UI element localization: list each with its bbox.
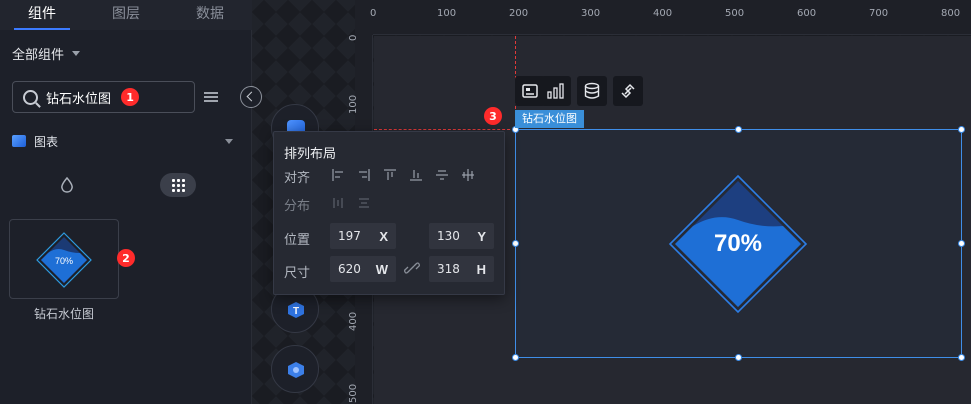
panel-tabs: 组件 图层 数据 <box>0 0 252 30</box>
resize-handle-top-right[interactable] <box>958 126 965 133</box>
chart-category-icon <box>12 135 26 147</box>
ruler-y-tick: 0 <box>348 34 359 41</box>
component-card-diamond-gauge[interactable]: 70% <box>9 219 119 299</box>
component-name-tag: 钻石水位图 <box>515 110 584 128</box>
size-width-field[interactable]: 620 W <box>330 256 396 282</box>
search-input-value: 钻石水位图 <box>46 91 112 107</box>
size-width-value: 620 <box>338 262 361 276</box>
size-height-value: 318 <box>437 262 460 276</box>
diamond-gauge-thumbnail: 70% <box>36 232 92 288</box>
category-charts[interactable]: 图表 <box>12 131 237 151</box>
position-y-value: 130 <box>437 229 460 243</box>
size-height-field[interactable]: 318 H <box>429 256 494 282</box>
tab-components[interactable]: 组件 <box>0 0 84 30</box>
align-right-icon[interactable] <box>357 168 371 182</box>
lock-ratio-link-icon[interactable] <box>404 260 420 276</box>
collapse-all-icon[interactable] <box>204 88 218 106</box>
ruler-x-tick: 800 <box>941 8 961 19</box>
ruler-x-tick: 0 <box>370 8 377 19</box>
component-filter-label: 全部组件 <box>12 48 65 63</box>
chevron-down-icon <box>225 139 233 144</box>
search-input[interactable]: 钻石水位图 1 <box>12 81 195 113</box>
resize-handle-right[interactable] <box>958 240 965 247</box>
align-center-icon[interactable] <box>461 168 475 182</box>
guide-line-horizontal <box>374 129 515 130</box>
size-width-unit: W <box>375 261 388 277</box>
collapse-panel-button[interactable] <box>240 86 262 108</box>
position-y-field[interactable]: 130 Y <box>429 223 494 249</box>
align-label: 对齐 <box>284 171 311 186</box>
text-icon: T <box>288 302 304 318</box>
layout-popup: 排列布局 对齐 分布 位置 197 X 130 Y 尺寸 620 W 318 H <box>273 131 505 295</box>
component-panel: 组件 图层 数据 全部组件 钻石水位图 1 图表 70% 2 钻石水位图 <box>0 0 252 404</box>
ruler-x-tick: 700 <box>869 8 889 19</box>
align-top-icon[interactable] <box>383 168 397 182</box>
position-x-value: 197 <box>338 229 361 243</box>
position-x-unit: X <box>379 228 388 244</box>
component-card-label: 钻石水位图 <box>33 307 94 321</box>
resize-handle-bottom-left[interactable] <box>512 354 519 361</box>
size-height-unit: H <box>476 261 486 277</box>
database-icon <box>584 82 600 99</box>
ruler-y-tick: 100 <box>348 94 359 114</box>
tab-data[interactable]: 数据 <box>168 0 252 30</box>
align-middle-icon[interactable] <box>435 168 449 182</box>
category-label: 图表 <box>34 134 59 149</box>
gauge-value: 70% <box>714 230 762 257</box>
drop-icon[interactable] <box>59 176 75 194</box>
distribute-vertical-icon[interactable] <box>357 196 371 210</box>
ruler-x-tick: 300 <box>581 8 601 19</box>
position-y-unit: Y <box>477 228 486 244</box>
ruler-x-tick: 100 <box>437 8 457 19</box>
ruler-y-tick: 400 <box>348 311 359 331</box>
grid-dots-icon[interactable] <box>160 173 196 197</box>
resize-handle-top[interactable] <box>735 126 742 133</box>
bar-chart-icon <box>547 83 564 99</box>
resize-handle-bottom-right[interactable] <box>958 354 965 361</box>
thumbnail-value: 70% <box>55 256 73 266</box>
resize-handle-left[interactable] <box>512 240 519 247</box>
image-icon <box>522 84 538 98</box>
size-label: 尺寸 <box>284 266 311 281</box>
align-bottom-icon[interactable] <box>409 168 423 182</box>
ruler-x-tick: 400 <box>653 8 673 19</box>
tab-layers[interactable]: 图层 <box>84 0 168 30</box>
ruler-y-tick: 500 <box>348 383 359 403</box>
step-badge-1: 1 <box>121 88 140 106</box>
ruler-x-tick: 200 <box>509 8 529 19</box>
link-icon <box>621 83 635 99</box>
chart-tool-button[interactable] <box>541 76 571 106</box>
diamond-gauge-widget[interactable]: 70% <box>512 126 965 361</box>
step-badge-3: 3 <box>484 107 502 125</box>
popup-title: 排列布局 <box>284 147 337 162</box>
component-filter-dropdown[interactable]: 全部组件 <box>12 44 81 63</box>
data-tool-button[interactable] <box>577 76 607 106</box>
interaction-tool-button[interactable] <box>613 76 643 106</box>
step-badge-2: 2 <box>117 249 135 267</box>
media-component-button[interactable] <box>271 345 319 393</box>
position-x-field[interactable]: 197 X <box>330 223 396 249</box>
distribute-horizontal-icon[interactable] <box>331 196 345 210</box>
chevron-down-icon <box>72 51 81 56</box>
position-label: 位置 <box>284 233 311 248</box>
distribute-label: 分布 <box>284 199 311 214</box>
align-left-icon[interactable] <box>331 168 345 182</box>
search-icon <box>23 89 38 105</box>
resize-handle-bottom[interactable] <box>735 354 742 361</box>
media-icon <box>288 362 304 378</box>
ruler-x-tick: 600 <box>797 8 817 19</box>
ruler-x-tick: 500 <box>725 8 745 19</box>
diamond-gauge: 70% <box>668 174 808 314</box>
svg-text:T: T <box>293 306 299 317</box>
